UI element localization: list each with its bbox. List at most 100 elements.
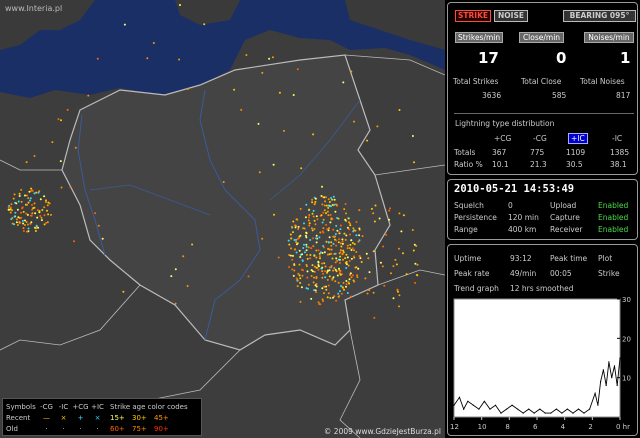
data-point — [539, 408, 541, 410]
totals-nic: 1385 — [610, 148, 630, 157]
strike-dot — [355, 221, 358, 223]
strike-dot — [26, 203, 29, 206]
strike-dot — [315, 249, 318, 252]
peak-rate-value: 49/min — [510, 269, 537, 278]
strike-dot — [306, 276, 309, 279]
totals-pcg: 367 — [492, 148, 507, 157]
strike-dot — [333, 236, 336, 238]
y-tick-label: 30 — [622, 296, 631, 304]
strike-dot — [339, 255, 342, 258]
strike-dot — [343, 208, 346, 211]
strike-dot — [345, 234, 348, 237]
strike-dot — [358, 209, 361, 212]
strike-dot — [45, 199, 47, 202]
strike-dot — [339, 249, 342, 252]
dist-header-pic[interactable]: +IC — [568, 133, 588, 144]
strike-dot — [348, 260, 351, 262]
strike-dot — [33, 202, 36, 205]
strike-dot — [345, 267, 348, 269]
strike-dot — [346, 256, 349, 259]
strike-dot — [398, 294, 401, 297]
strike-dot — [309, 239, 312, 241]
data-point — [577, 408, 580, 410]
strike-dot — [313, 228, 316, 230]
strike-dot — [336, 229, 339, 232]
strike-dot — [22, 210, 25, 213]
totals-label: Totals — [454, 148, 476, 157]
strike-dot — [310, 227, 313, 230]
strike-dot — [345, 263, 348, 266]
trend-chart: 30 20 10 12 10 8 6 4 2 0 hr — [450, 296, 631, 431]
strike-dot — [7, 206, 10, 209]
strike-dot — [314, 200, 317, 203]
strike-dot — [325, 212, 327, 215]
strike-dot — [339, 224, 342, 227]
map-copyright[interactable]: © 2009 www.GdzieJestBurza.pl — [324, 427, 441, 436]
strike-dot — [314, 289, 317, 292]
strike-dot — [301, 274, 304, 277]
strike-dot — [340, 292, 343, 295]
strike-dot — [305, 287, 308, 290]
strike-toggle-button[interactable]: STRIKE — [455, 10, 491, 22]
strike-dot — [383, 284, 386, 287]
strike-dot — [26, 230, 29, 233]
legend-header: +IC — [91, 402, 104, 411]
strike-dot — [305, 232, 308, 235]
bearing-button[interactable]: BEARING 095° — [563, 10, 636, 22]
strike-dot — [74, 146, 77, 149]
strike-dot — [316, 218, 319, 221]
strike-dot — [412, 249, 415, 252]
data-point — [528, 408, 530, 410]
strike-dot — [321, 270, 324, 273]
strike-dot — [289, 233, 292, 236]
plot-value[interactable]: Strike — [598, 269, 620, 278]
x-tick-label: 4 — [561, 423, 566, 431]
strike-dot — [299, 300, 302, 303]
strike-dot — [331, 257, 334, 260]
map-watermark: www.Interia.pl — [5, 4, 63, 13]
data-point — [589, 408, 591, 410]
strike-dot — [272, 163, 275, 166]
x-tick-label: 10 — [478, 423, 487, 431]
strike-dot — [60, 186, 63, 189]
strike-dot — [43, 206, 46, 209]
strike-dot — [328, 201, 331, 203]
legend-age: 90+ — [154, 424, 169, 433]
strike-dot — [21, 219, 24, 222]
strike-dot — [309, 254, 312, 256]
strike-dot — [312, 245, 315, 248]
ratio-pcg: 10.1 — [492, 160, 509, 169]
strike-dot — [26, 213, 29, 216]
strike-dot — [357, 240, 360, 243]
strike-dot — [294, 224, 297, 227]
total-noises-label: Total Noises — [580, 77, 625, 86]
dist-header-ncg[interactable]: -CG — [533, 134, 547, 143]
strike-dot — [298, 249, 301, 252]
strike-dot — [20, 216, 23, 219]
strike-dot — [390, 272, 392, 275]
strike-dot — [312, 133, 315, 136]
lightning-map[interactable]: www.Interia.pl © 2009 www.GdzieJestBurza… — [0, 0, 445, 438]
noises-per-min-value: 1 — [620, 49, 631, 67]
ratio-pic: 30.5 — [566, 160, 583, 169]
strike-dot — [17, 200, 20, 203]
squelch-value: 0 — [508, 201, 513, 210]
strike-dot — [268, 57, 271, 60]
data-point — [555, 408, 557, 410]
strike-dot — [302, 227, 305, 230]
strike-dot — [302, 247, 305, 249]
strike-dot — [319, 231, 322, 234]
strike-dot — [29, 197, 32, 200]
strike-dot — [317, 268, 320, 271]
dist-header-nic[interactable]: -IC — [612, 134, 622, 143]
strike-dot — [299, 277, 302, 280]
legend-old-label: Old — [6, 424, 18, 433]
strike-dot — [353, 120, 355, 123]
strike-dot — [299, 281, 302, 284]
strike-dot — [178, 58, 181, 61]
strike-dot — [315, 266, 318, 269]
strike-dot — [355, 251, 358, 253]
noise-toggle-button[interactable]: NOISE — [494, 10, 528, 22]
strike-dot — [30, 214, 32, 217]
dist-header-pcg[interactable]: +CG — [494, 134, 511, 143]
